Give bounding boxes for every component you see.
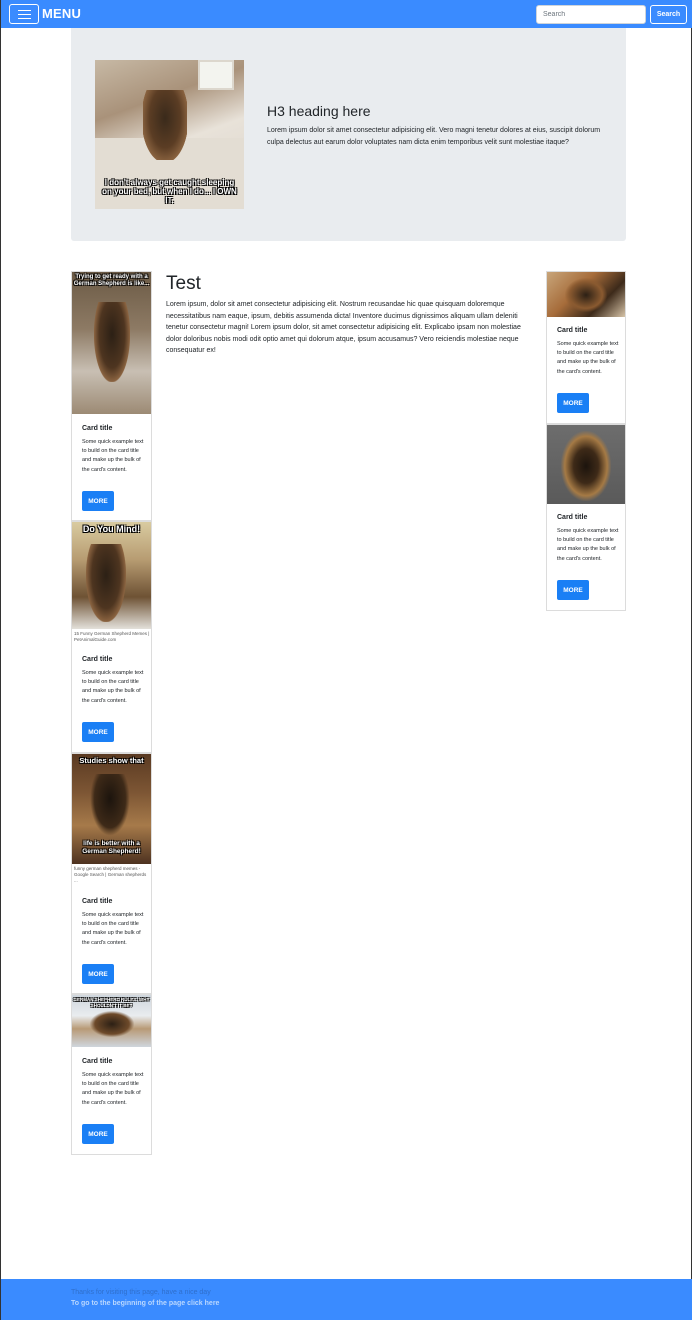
- jumbotron: I don't always get caught sleeping on yo…: [71, 28, 626, 241]
- hamburger-icon: [18, 10, 31, 22]
- jumbotron-heading: H3 heading here: [267, 103, 371, 119]
- card-image: Do You Mind!: [72, 522, 151, 629]
- card-text: Some quick example text to build on the …: [82, 670, 144, 704]
- more-button[interactable]: MORE: [82, 491, 114, 511]
- back-to-top-link[interactable]: To go to the beginning of the page click…: [71, 1300, 219, 1307]
- footer: Thanks for visiting this page, have a ni…: [1, 1279, 692, 1320]
- search-button[interactable]: Search: [650, 5, 687, 24]
- card-title: Card title: [82, 656, 113, 663]
- more-button[interactable]: MORE: [557, 580, 589, 600]
- dog-on-bed-image: I don't always get caught sleeping on yo…: [95, 60, 244, 209]
- card-title: Card title: [557, 327, 588, 334]
- right-card-2: Card title Some quick example text to bu…: [546, 424, 626, 611]
- left-card-1: Trying to get ready with a German Shephe…: [71, 271, 152, 521]
- card-image: [547, 425, 625, 504]
- footer-thanks-text: Thanks for visiting this page, have a ni…: [71, 1289, 211, 1296]
- card-image: GERMAN SHEPHERD RULES: WHY SHOULDN'T IT …: [72, 995, 151, 1047]
- left-card-3: Studies show that life is better with a …: [71, 753, 152, 994]
- brand-menu[interactable]: MENU: [42, 6, 81, 21]
- card-text: Some quick example text to build on the …: [82, 439, 144, 473]
- card-text: Some quick example text to build on the …: [557, 528, 619, 562]
- main-text: Lorem ipsum, dolor sit amet consectetur …: [166, 301, 521, 354]
- card-image: Studies show that life is better with a …: [72, 754, 151, 864]
- image-caption: 15 Funny German Shepherd Memes | PetAnim…: [74, 631, 150, 642]
- card-title: Card title: [82, 425, 113, 432]
- card-text: Some quick example text to build on the …: [82, 912, 144, 946]
- jumbotron-text: Lorem ipsum dolor sit amet consectetur a…: [267, 127, 601, 146]
- card-title: Card title: [557, 514, 588, 521]
- left-card-4: GERMAN SHEPHERD RULES: WHY SHOULDN'T IT …: [71, 994, 152, 1155]
- more-button[interactable]: MORE: [82, 964, 114, 984]
- more-button[interactable]: MORE: [557, 393, 589, 413]
- card-title: Card title: [82, 1058, 113, 1065]
- card-text: Some quick example text to build on the …: [82, 1072, 144, 1106]
- card-text: Some quick example text to build on the …: [557, 341, 619, 375]
- menu-toggle-button[interactable]: [9, 4, 39, 24]
- navbar: MENU Search: [1, 0, 692, 28]
- jumbotron-image-caption: I don't always get caught sleeping on yo…: [102, 178, 237, 205]
- right-card-1: Card title Some quick example text to bu…: [546, 271, 626, 424]
- main-heading: Test: [166, 273, 201, 294]
- more-button[interactable]: MORE: [82, 722, 114, 742]
- more-button[interactable]: MORE: [82, 1124, 114, 1144]
- left-card-2: Do You Mind! 15 Funny German Shepherd Me…: [71, 521, 152, 753]
- image-caption: funny german shepherd memes - Google Sea…: [74, 866, 147, 883]
- card-image: [547, 272, 625, 317]
- card-title: Card title: [82, 898, 113, 905]
- card-image: Trying to get ready with a German Shephe…: [72, 272, 151, 414]
- search-input[interactable]: [536, 5, 646, 24]
